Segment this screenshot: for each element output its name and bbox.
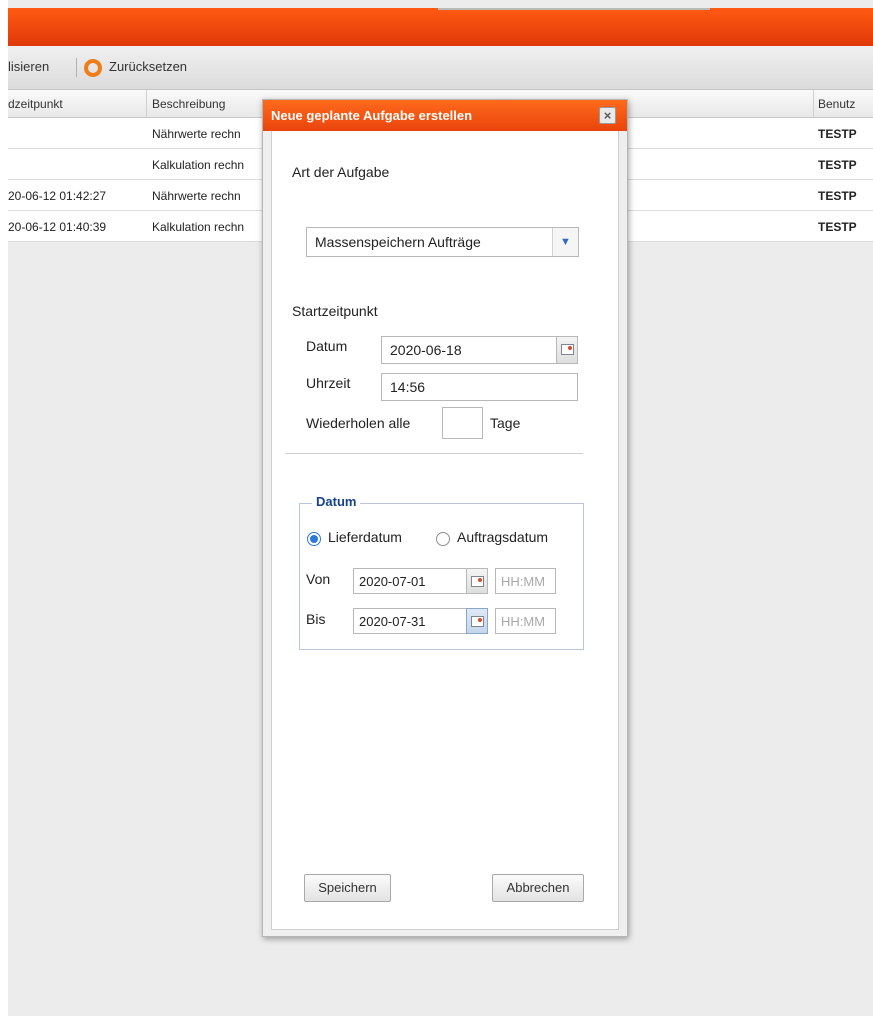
date-label: Datum [306,338,348,354]
to-label: Bis [306,611,326,627]
repeat-label: Wiederholen alle [306,415,411,431]
cell-user: TESTP [818,127,857,141]
cell-user: TESTP [818,189,857,203]
calendar-icon [471,616,484,627]
calendar-icon [561,344,574,355]
cell-start-time: 20-06-12 01:40:39 [8,220,107,234]
dialog-body: Art der Aufgabe Massenspeichern Aufträge… [271,131,619,930]
task-type-select[interactable]: Massenspeichern Aufträge ▼ [306,227,579,257]
cell-user: TESTP [818,220,857,234]
cancel-button[interactable]: Abbrechen [492,874,584,902]
time-value: 14:56 [390,379,426,395]
column-separator[interactable] [146,90,147,118]
reset-button[interactable]: Zurücksetzen [109,59,187,74]
to-time-field[interactable]: HH:MM [495,608,556,634]
cell-user: TESTP [818,158,857,172]
cell-start-time: 20-06-12 01:42:27 [8,189,107,203]
task-type-label: Art der Aufgabe [292,164,390,180]
refresh-button[interactable]: lisieren [8,59,49,74]
toolbar: lisieren Zurücksetzen [8,46,873,90]
column-separator[interactable] [813,90,814,118]
header-search-strip [438,8,710,10]
cell-description: Nährwerte rechn [152,127,241,141]
calendar-icon [471,576,484,587]
column-header-start-time[interactable]: dzeitpunkt [8,97,63,111]
cell-description: Kalkulation rechn [152,220,245,234]
close-icon[interactable]: × [599,107,616,124]
section-divider [285,453,583,454]
from-time-placeholder: HH:MM [501,574,546,589]
column-header-description[interactable]: Beschreibung [152,97,225,111]
reset-icon[interactable] [84,59,102,77]
fieldset-legend: Datum [312,494,361,509]
page-margin [0,0,8,1016]
order-date-radio[interactable] [436,532,450,546]
cell-description: Nährwerte rechn [152,189,241,203]
order-date-label[interactable]: Auftragsdatum [457,529,548,545]
time-field[interactable]: 14:56 [381,373,578,401]
task-type-value: Massenspeichern Aufträge [315,234,481,250]
to-date-picker-button[interactable] [466,608,488,634]
delivery-date-radio[interactable] [307,532,321,546]
to-date-value: 2020-07-31 [359,614,426,629]
repeat-unit-label: Tage [490,415,521,431]
date-range-fieldset: Datum Lieferdatum Auftragsdatum Von 2020… [299,494,584,650]
cell-description: Kalkulation rechn [152,158,245,172]
date-value: 2020-06-18 [390,342,462,358]
dialog-title-bar[interactable]: Neue geplante Aufgabe erstellen × [263,100,627,131]
column-header-user[interactable]: Benutz [818,97,855,111]
toolbar-separator [76,58,77,77]
save-button[interactable]: Speichern [304,874,391,902]
to-time-placeholder: HH:MM [501,614,546,629]
app-header-bar [8,8,873,46]
time-label: Uhrzeit [306,375,351,391]
dialog-title: Neue geplante Aufgabe erstellen [271,108,473,123]
from-time-field[interactable]: HH:MM [495,568,556,594]
start-time-label: Startzeitpunkt [292,303,378,319]
to-date-field[interactable]: 2020-07-31 [353,608,467,634]
from-date-field[interactable]: 2020-07-01 [353,568,467,594]
create-scheduled-task-dialog: Neue geplante Aufgabe erstellen × Art de… [262,99,628,937]
chevron-down-icon[interactable]: ▼ [552,228,578,256]
from-date-picker-button[interactable] [466,568,488,594]
date-field[interactable]: 2020-06-18 [381,336,557,364]
delivery-date-label[interactable]: Lieferdatum [328,529,402,545]
from-date-value: 2020-07-01 [359,574,426,589]
repeat-days-field[interactable] [442,407,483,439]
date-picker-button[interactable] [556,336,578,364]
from-label: Von [306,571,331,587]
